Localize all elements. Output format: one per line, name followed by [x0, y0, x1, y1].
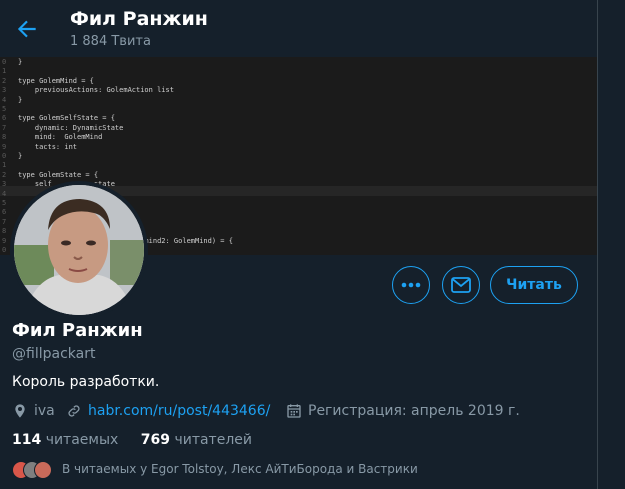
- website-link[interactable]: habr.com/ru/post/443466/: [88, 403, 270, 419]
- location-pin-icon: [15, 404, 25, 418]
- tweet-count: 1 884 Твита: [70, 34, 151, 49]
- more-dots-icon: [401, 282, 421, 288]
- message-button[interactable]: [442, 266, 480, 304]
- followers-label: читателей: [174, 432, 252, 448]
- code-line-number: 2: [2, 76, 7, 85]
- back-button[interactable]: [14, 16, 40, 42]
- join-date-text: Регистрация: апрель 2019 г.: [308, 403, 520, 419]
- arrow-left-icon: [17, 20, 36, 38]
- code-line: mind: GolemMind: [18, 133, 103, 142]
- code-line-number: 5: [2, 105, 7, 113]
- followers-count: 769: [140, 432, 170, 448]
- code-line-number: 0: [2, 152, 7, 160]
- code-line-number: 3: [2, 86, 7, 95]
- code-line-number: 0: [2, 58, 7, 66]
- calendar-icon: [287, 404, 301, 418]
- code-line: }: [18, 95, 23, 104]
- code-line-number: 2: [2, 170, 7, 179]
- code-line: dynamic: DynamicState: [18, 123, 124, 132]
- code-line-number: 7: [2, 217, 7, 226]
- profile-bio: Король разработки.: [12, 374, 160, 390]
- code-line-number: 4: [2, 189, 7, 198]
- follow-stats: 114 читаемых 769 читателей: [12, 432, 252, 448]
- code-line: previousActions: GolemAction list: [18, 86, 174, 95]
- code-line-number: 3: [2, 180, 7, 189]
- profile-header: Фил Ранжин 1 884 Твита: [0, 0, 597, 57]
- website[interactable]: habr.com/ru/post/443466/: [66, 403, 270, 419]
- follow-button[interactable]: Читать: [490, 266, 578, 304]
- code-line-number: 8: [2, 133, 7, 142]
- profile-column: Фил Ранжин 1 884 Твита 01234567890123456…: [0, 0, 598, 489]
- following-count: 114: [12, 432, 42, 448]
- code-line-number: 6: [2, 208, 7, 217]
- followed-by-text[interactable]: В читаемых у Egor Tolstoy, Лекс АйТиБоро…: [62, 462, 418, 476]
- code-line-number: 6: [2, 114, 7, 123]
- following-label: читаемых: [45, 432, 119, 448]
- avatar-photo: [14, 185, 144, 315]
- code-line-number: 1: [2, 161, 7, 170]
- code-line-number: 5: [2, 199, 7, 207]
- follower-avatar[interactable]: [34, 461, 52, 479]
- join-date: Регистрация: апрель 2019 г.: [286, 403, 520, 419]
- profile-name: Фил Ранжин: [12, 320, 143, 341]
- followers-link[interactable]: 769 читателей: [141, 432, 252, 448]
- code-line-number: 4: [2, 95, 7, 104]
- location: iva: [12, 403, 55, 419]
- code-line: }: [18, 58, 23, 66]
- code-line: }: [18, 152, 23, 160]
- profile-handle: @fillpackart: [12, 346, 96, 362]
- following-link[interactable]: 114 читаемых: [12, 432, 118, 448]
- location-text: iva: [34, 403, 55, 419]
- link-icon: [68, 405, 80, 417]
- code-line-number: 9: [2, 142, 7, 151]
- avatar[interactable]: [14, 185, 144, 315]
- code-line-number: 7: [2, 123, 7, 132]
- more-button[interactable]: [392, 266, 430, 304]
- code-line: type GolemState = {: [18, 170, 99, 179]
- mail-icon: [451, 277, 471, 293]
- code-line: type GolemSelfState = {: [18, 114, 115, 123]
- header-name: Фил Ранжин: [70, 8, 208, 30]
- code-line-number: 1: [2, 67, 7, 76]
- code-line: type GolemMind = {: [18, 76, 94, 85]
- code-line: tacts: int: [18, 142, 78, 151]
